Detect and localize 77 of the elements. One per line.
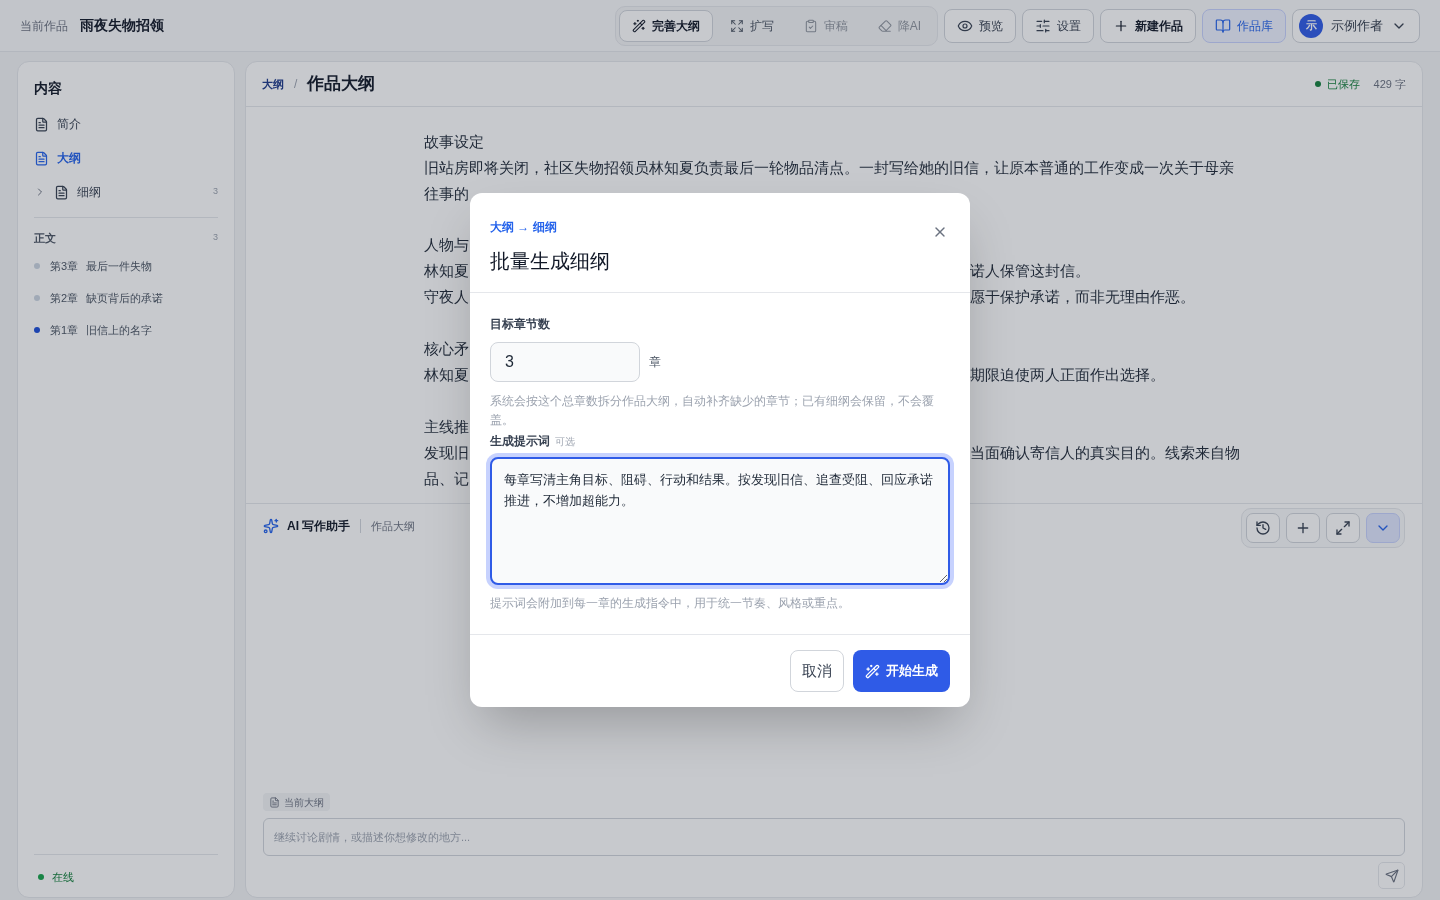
breadcrumb-separator: /	[294, 76, 298, 93]
outline-text: 旧站房即将关闭，社区失物招领员林知夏负责最后一轮物品清点。一封写给她的旧信，让原本普通的工作变成一次关于母亲	[424, 159, 1235, 178]
library-button[interactable]: 作品库	[1202, 8, 1286, 43]
sidebar-item[interactable]: 简介	[34, 107, 218, 141]
work-title: 雨夜失物招领	[80, 16, 164, 35]
sidebar-item[interactable]: 细纲 3	[34, 175, 218, 209]
document-title: 作品大纲	[307, 73, 376, 96]
history-icon	[1255, 520, 1271, 536]
magic-wand-icon	[631, 18, 646, 33]
sidebar-item[interactable]: 大纲	[34, 141, 218, 175]
help-text: 系统会按这个总章数拆分作品大纲，自动补齐缺少的章节；已有细纲会保留，不会覆盖。	[490, 393, 935, 428]
settings-button[interactable]: 设置	[1022, 8, 1094, 43]
document-icon	[54, 184, 69, 200]
outline-text: 期限迫使两人正面作出选择。	[970, 366, 1165, 386]
dialog-path: 大纲 → 细纲	[490, 218, 558, 236]
book-icon	[1215, 17, 1231, 34]
chapter-item[interactable]: 第1章 旧信上的名字	[34, 314, 218, 346]
document-icon	[34, 116, 49, 132]
user-menu[interactable]: 示 示例作者	[1292, 8, 1420, 43]
dialog-title: 批量生成细纲	[490, 248, 610, 274]
tool-tab[interactable]: 完善大纲	[618, 9, 713, 42]
outline-text: 愿于保护承诺，而非无理由作恶。	[970, 288, 1195, 308]
assistant-title: AI 写作助手	[287, 518, 351, 535]
chapter-item[interactable]: 第3章 最后一件失物	[34, 250, 218, 282]
breadcrumb-link[interactable]: 大纲	[262, 75, 284, 93]
cancel-button[interactable]: 取消	[790, 650, 844, 693]
item-count: 3	[213, 185, 218, 199]
field-label: 生成提示词	[490, 432, 550, 450]
outline-text: 故事设定	[424, 133, 485, 152]
document-icon	[269, 796, 280, 808]
work-label: 当前作品	[20, 17, 68, 35]
section-title: 正文	[34, 230, 56, 246]
send-icon	[1384, 868, 1399, 883]
eraser-icon	[877, 18, 892, 33]
sidebar-title: 内容	[34, 79, 63, 98]
start-generate-button[interactable]: 开始生成	[853, 650, 950, 693]
outline-text: 林知夏	[424, 367, 469, 384]
plus-icon	[1295, 520, 1311, 536]
outline-text: 人物与	[424, 237, 469, 254]
section-count: 3	[213, 231, 218, 245]
optional-label: 可选	[555, 434, 575, 449]
word-count: 429 字	[1373, 76, 1406, 92]
sliders-icon	[1035, 17, 1051, 34]
maximize-icon	[1335, 520, 1351, 536]
outline-text: 守夜人	[424, 289, 469, 306]
new-work-button[interactable]: 新建作品	[1100, 8, 1196, 43]
outline-text: 品、记	[424, 471, 469, 488]
send-button[interactable]	[1378, 862, 1405, 889]
outline-text: 发现旧	[424, 445, 469, 462]
saved-status: 已保存	[1326, 76, 1360, 92]
chapter-item[interactable]: 第2章 缺页背后的承诺	[34, 282, 218, 314]
help-text: 提示词会附加到每一章的生成指令中，用于统一节奏、风格或重点。	[490, 595, 851, 611]
message-input[interactable]: 继续讨论剧情，或描述你想修改的地方...	[263, 818, 1405, 856]
context-chip[interactable]: 当前大纲	[263, 793, 330, 811]
status-label: 在线	[52, 869, 74, 885]
history-button[interactable]	[1246, 513, 1280, 543]
document-icon	[34, 150, 49, 166]
add-button[interactable]	[1286, 513, 1320, 543]
unit-label: 章	[649, 353, 661, 371]
field-label: 目标章节数	[490, 315, 551, 333]
user-avatar: 示	[1299, 13, 1323, 38]
maximize-button[interactable]	[1326, 513, 1360, 543]
sparkle-icon	[263, 518, 279, 534]
clipboard-icon	[803, 18, 818, 33]
chapter-count-field[interactable]: 3	[490, 341, 640, 382]
outline-text: 核心矛	[424, 341, 469, 358]
assistant-context: 作品大纲	[371, 518, 416, 534]
outline-text: 诺人保管这封信。	[970, 262, 1090, 282]
tool-tab[interactable]: 扩写	[716, 9, 787, 42]
outline-text: 往事的	[424, 185, 470, 204]
outline-text: 当面确认寄信人的真实目的。线索来自物	[970, 444, 1240, 464]
magic-wand-icon	[865, 663, 880, 679]
preview-button[interactable]: 预览	[944, 8, 1016, 43]
prompt-field[interactable]: 每章写清主角目标、阻碍、行动和结果。按发现旧信、追查受阻、回应承诺推进，不增加超能力。	[490, 456, 950, 585]
expand-icon	[729, 18, 744, 33]
outline-text: 林知夏	[424, 263, 469, 280]
outline-text: 主线推	[424, 419, 469, 436]
